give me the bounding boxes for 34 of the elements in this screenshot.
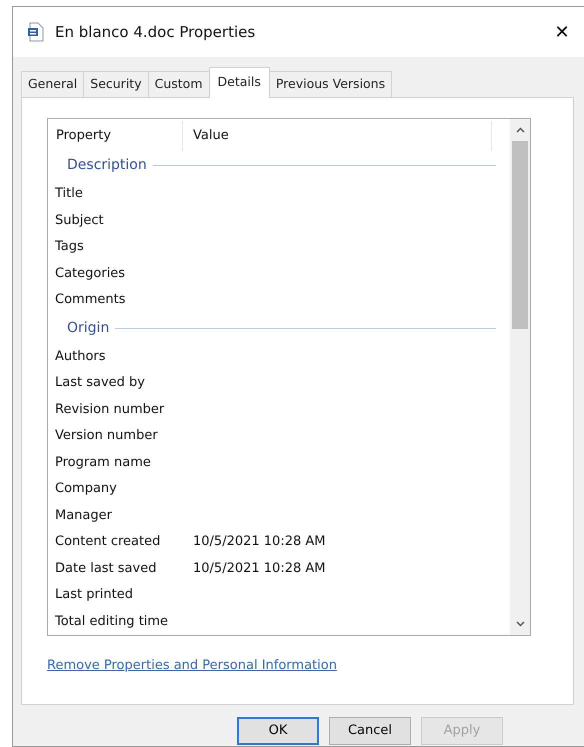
close-button[interactable]: ✕ bbox=[540, 12, 584, 52]
property-name: Manager bbox=[54, 506, 113, 525]
column-header[interactable]: Value bbox=[183, 120, 492, 151]
scrollbar-thumb[interactable] bbox=[512, 140, 528, 329]
property-name: Program name bbox=[54, 454, 152, 472]
group-header: Description bbox=[67, 156, 147, 176]
document-icon bbox=[27, 22, 45, 42]
scroll-down-icon[interactable] bbox=[516, 620, 524, 627]
property-value: 10/5/2021 10:28 AM bbox=[193, 560, 326, 578]
scroll-up-icon[interactable] bbox=[516, 126, 524, 133]
property-name: Content created bbox=[54, 533, 162, 552]
property-name: Revision number bbox=[54, 400, 166, 419]
tab[interactable]: Details bbox=[208, 67, 270, 98]
column-header[interactable]: Property bbox=[53, 120, 183, 151]
property-name: Title bbox=[54, 185, 84, 204]
property-name: Subject bbox=[54, 212, 105, 230]
property-name: Comments bbox=[54, 291, 126, 310]
group-header: Origin bbox=[67, 318, 110, 338]
property-value: 10/5/2021 10:28 AM bbox=[193, 533, 326, 552]
property-name: Last printed bbox=[54, 586, 134, 604]
property-name: Authors bbox=[54, 348, 107, 366]
property-name: Date last saved bbox=[54, 560, 158, 578]
tab[interactable]: Previous Versions bbox=[268, 71, 392, 97]
dialog-button[interactable]: OK bbox=[237, 716, 319, 745]
dialog-button[interactable]: Cancel bbox=[329, 716, 411, 745]
tab[interactable]: General bbox=[21, 71, 84, 97]
property-name: Categories bbox=[54, 264, 126, 283]
property-name: Version number bbox=[54, 427, 159, 446]
window-title: En blanco 4.doc Properties bbox=[55, 22, 256, 43]
property-name: Tags bbox=[54, 238, 85, 256]
property-name: Last saved by bbox=[54, 374, 146, 392]
property-name: Total editing time bbox=[54, 612, 170, 631]
remove-properties-link[interactable]: Remove Properties and Personal Information bbox=[47, 656, 337, 676]
property-name: Company bbox=[54, 480, 118, 498]
